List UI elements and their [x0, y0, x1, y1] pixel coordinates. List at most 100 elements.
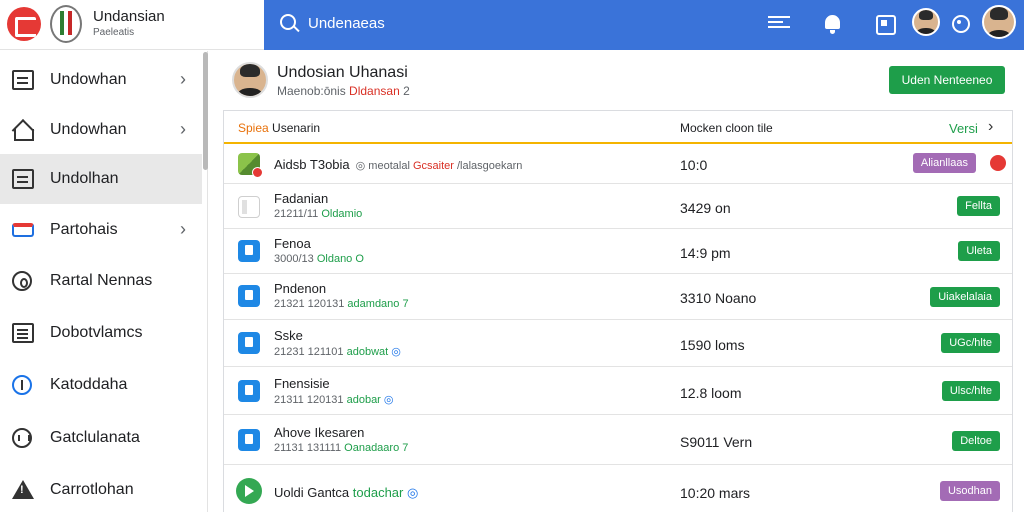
primary-action-button[interactable]: Uden Nenteeneo: [889, 66, 1005, 94]
document-icon: [12, 169, 34, 189]
row-meta: 21131 131111 Oanadaaro 7: [274, 442, 409, 454]
sidebar-item-label: Partohais: [50, 221, 118, 238]
app-header: Undansian Paeleatis: [0, 0, 264, 50]
chevron-right-icon: ›: [180, 219, 186, 239]
sidebar-item-undowhan-2[interactable]: Undowhan ›: [0, 105, 202, 155]
sidebar: Undowhan › Undowhan › Undolhan Partohais…: [0, 51, 208, 512]
status-badge[interactable]: Alianllaas: [912, 153, 976, 173]
row-name: Pndenon: [274, 281, 327, 296]
document-icon: [238, 332, 260, 354]
blank-file-icon: [238, 196, 260, 218]
calendar-icon: [12, 428, 32, 448]
table-header: Spiea Usenarin Mocken cloon tile Versi ›: [224, 111, 1012, 144]
column-header-size[interactable]: Mocken cloon tile: [680, 121, 773, 135]
status-badge[interactable]: Fellta: [957, 196, 1000, 216]
column-header-name[interactable]: Spiea Usenarin: [238, 121, 320, 135]
document-icon: [12, 70, 34, 90]
sidebar-item-dobotvlamcs[interactable]: Dobotvlamcs: [0, 308, 202, 358]
home-icon: [12, 120, 34, 141]
row-meta: 21311 120131 adobar ◎: [274, 394, 394, 406]
app-subtitle: Paeleatis: [93, 27, 135, 38]
row-name: Ahove Ikesaren: [274, 425, 365, 440]
sidebar-item-label: Dobotvlamcs: [50, 324, 143, 341]
sidebar-item-label: Gatclulanata: [50, 429, 140, 446]
top-bar: Undenaeas: [264, 0, 1024, 50]
sidebar-item-label: Katoddaha: [50, 376, 128, 393]
apps-grid-icon[interactable]: [874, 13, 896, 35]
sidebar-item-carrotlohan[interactable]: Carrotlohan: [0, 465, 202, 512]
sidebar-scrollbar[interactable]: [203, 52, 208, 170]
menu-lines-icon[interactable]: [768, 13, 790, 35]
image-file-icon: [238, 153, 263, 178]
search-input[interactable]: Undenaeas: [308, 15, 385, 32]
row-size: 1590 loms: [680, 337, 745, 353]
column-header-version[interactable]: Versi: [949, 121, 978, 136]
row-meta: 3000/13 Oldano O: [274, 253, 364, 265]
sidebar-item-gatclulanata[interactable]: Gatclulanata: [0, 413, 202, 463]
status-badge[interactable]: Ulsc/hlte: [941, 381, 1000, 401]
profile-avatar[interactable]: [982, 5, 1016, 39]
play-circle-icon: [236, 478, 262, 504]
row-size: 3310 Noano: [680, 290, 757, 306]
user-avatar[interactable]: [912, 8, 940, 36]
row-name: Fadanian: [274, 191, 329, 206]
sidebar-item-label: Undowhan: [50, 121, 127, 138]
status-badge[interactable]: Uiakelalaia: [930, 287, 1000, 307]
list-icon: [12, 323, 34, 343]
document-icon: [238, 429, 260, 451]
card-icon: [12, 223, 34, 237]
row-size: 10:0: [680, 157, 708, 173]
files-table: Spiea Usenarin Mocken cloon tile Versi ›…: [223, 110, 1013, 512]
chevron-right-icon[interactable]: ›: [988, 118, 993, 136]
sidebar-item-partohais[interactable]: Partohais ›: [0, 205, 202, 255]
table-row[interactable]: Fadanian 21211/11 Oldamio 3429 on Fellta: [224, 184, 1012, 229]
table-row[interactable]: Ahove Ikesaren 21131 131111 Oanadaaro 7 …: [224, 415, 1012, 465]
status-badge[interactable]: Usodhan: [939, 481, 1000, 501]
chevron-right-icon: ›: [180, 69, 186, 89]
warning-icon: [12, 480, 34, 499]
search-icon[interactable]: [280, 14, 296, 30]
sidebar-item-label: Undolhan: [50, 170, 119, 187]
info-icon: [12, 375, 32, 395]
status-badge[interactable]: Uleta: [958, 241, 1000, 261]
status-badge[interactable]: Deltoe: [952, 431, 1000, 451]
table-row[interactable]: Uoldi Gantca todachar ◎ 10:20 mars Usodh…: [224, 465, 1012, 512]
row-size: 14:9 pm: [680, 245, 731, 261]
table-row[interactable]: Sske 21231 121101 adobwat ◎ 1590 loms UG…: [224, 320, 1012, 367]
row-name: Fnensisie: [274, 376, 330, 391]
row-name: Uoldi Gantca todachar ◎: [274, 485, 419, 500]
status-dot-icon: [990, 155, 1006, 171]
edit-document-icon: [238, 285, 260, 307]
sidebar-item-katoddaha[interactable]: Katoddaha: [0, 360, 202, 410]
document-icon: [238, 380, 260, 402]
app-logo-icon[interactable]: [7, 7, 41, 41]
crest-logo-icon: [50, 5, 82, 43]
document-icon: [238, 240, 260, 262]
status-badge[interactable]: UGc/hlte: [941, 333, 1000, 353]
app-title: Undansian: [93, 8, 165, 25]
sidebar-item-label: Rartal Nennas: [50, 272, 153, 289]
row-name: Sske: [274, 328, 303, 343]
sidebar-item-rartal-nennas[interactable]: Rartal Nennas: [0, 256, 202, 306]
row-size: 12.8 loom: [680, 385, 742, 401]
circle-icon: [12, 271, 32, 291]
table-row[interactable]: Aidsb T3obia ◎ meotalal Gcsaiter /lalasgo…: [224, 146, 1012, 184]
notification-bell-icon[interactable]: [822, 13, 844, 35]
row-meta: 21211/11 Oldamio: [274, 208, 363, 220]
page-title: Undosian Uhanasi: [277, 64, 408, 81]
sidebar-item-label: Undowhan: [50, 71, 127, 88]
sidebar-item-label: Carrotlohan: [50, 481, 134, 498]
row-meta: 21231 121101 adobwat ◎: [274, 346, 401, 358]
page-avatar: [232, 62, 268, 98]
row-size: 10:20 mars: [680, 485, 751, 501]
table-row[interactable]: Pndenon 21321 120131 adamdano 7 3310 Noa…: [224, 274, 1012, 320]
row-meta: 21321 120131 adamdano 7: [274, 298, 409, 310]
sidebar-item-undowhan-1[interactable]: Undowhan ›: [0, 55, 202, 105]
table-row[interactable]: Fenoa 3000/13 Oldano O 14:9 pm Uleta: [224, 229, 1012, 274]
page-subtitle: Maenob:ōnis Dldansan 2: [277, 84, 410, 98]
table-row[interactable]: Fnensisie 21311 120131 adobar ◎ 12.8 loo…: [224, 367, 1012, 415]
settings-icon[interactable]: [950, 13, 972, 35]
sidebar-item-undolhan[interactable]: Undolhan: [0, 154, 202, 204]
row-size: 3429 on: [680, 200, 731, 216]
row-name: Fenoa: [274, 236, 311, 251]
